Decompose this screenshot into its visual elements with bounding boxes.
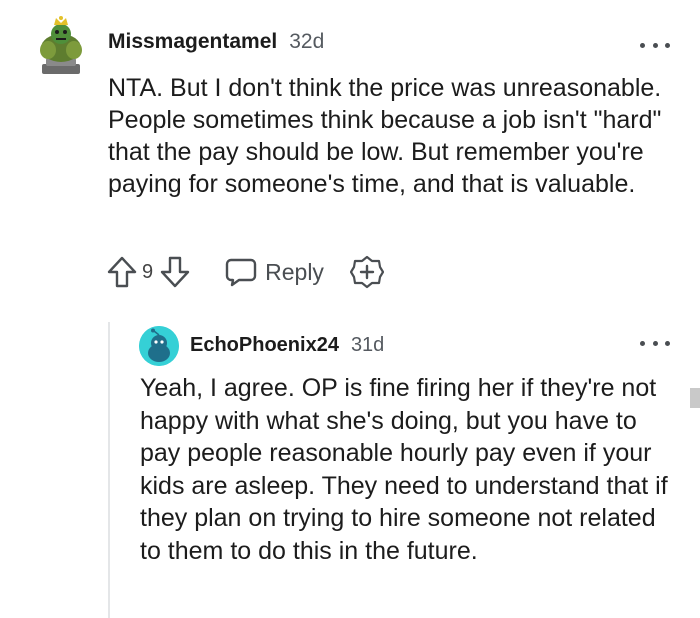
- reply-label: Reply: [265, 258, 324, 285]
- arrow-up-icon[interactable]: [106, 255, 138, 289]
- speech-bubble-icon: [225, 257, 257, 287]
- comment-age: 32d: [289, 30, 325, 53]
- reply-header: EchoPhoenix24 31d: [190, 334, 384, 357]
- reply-age: 31d: [350, 334, 385, 356]
- vote-count: 9: [142, 260, 154, 283]
- reply-button[interactable]: Reply: [225, 257, 324, 287]
- ellipsis-icon[interactable]: [640, 40, 670, 50]
- award-plus-icon[interactable]: [349, 255, 384, 289]
- arrow-down-icon[interactable]: [159, 255, 191, 289]
- comment-username[interactable]: Missmagentamel: [108, 30, 277, 54]
- scrollbar-thumb[interactable]: [690, 388, 700, 408]
- reply-avatar[interactable]: [139, 326, 179, 366]
- comment-body: NTA. But I don't think the price was unr…: [108, 74, 662, 198]
- reply-username[interactable]: EchoPhoenix24: [190, 334, 339, 357]
- user-avatar[interactable]: [36, 14, 86, 76]
- comment-header: Missmagentamel 32d: [108, 30, 324, 54]
- reply-body: Yeah, I agree. OP is fine firing her if …: [140, 374, 668, 565]
- comment-actions: 9 Reply: [106, 254, 384, 290]
- ellipsis-icon[interactable]: [640, 338, 670, 348]
- thread-line[interactable]: [108, 322, 110, 618]
